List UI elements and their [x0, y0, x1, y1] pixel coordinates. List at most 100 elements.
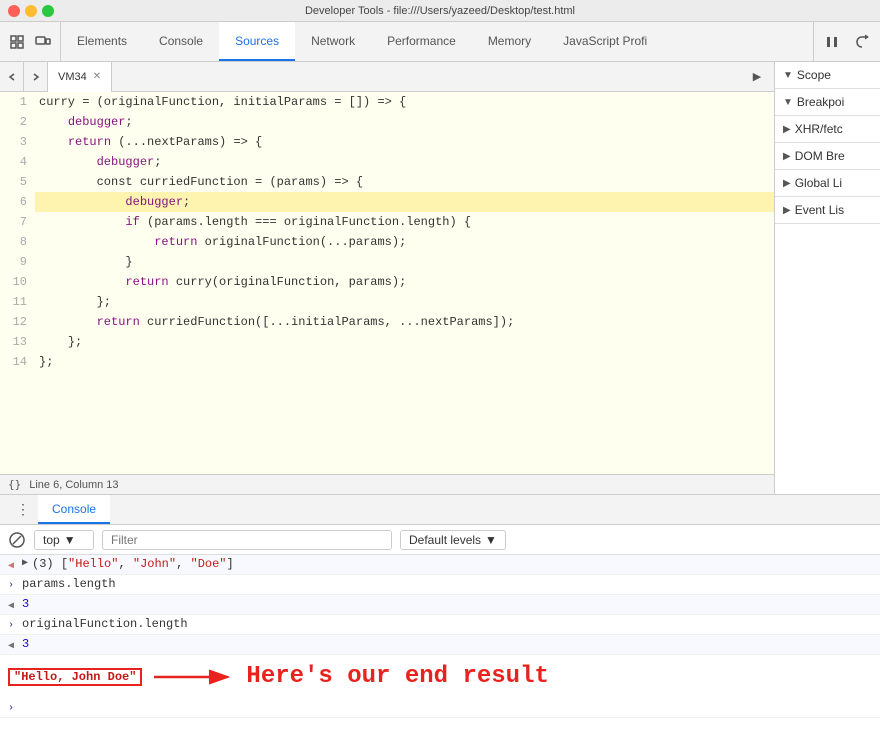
event-listeners-label: Event Lis [795, 203, 844, 217]
code-line-2: 2 debugger; [0, 112, 774, 132]
scope-label: Scope [797, 68, 831, 82]
console-line-array: ◀ ▶ (3) ["Hello", "John", "Doe"] [0, 555, 880, 575]
main-content: VM34 ✕ ▶ 1 curry = (originalFunction, in… [0, 62, 880, 494]
highlighted-result: "Hello, John Doe" [8, 668, 142, 686]
xhr-expand-icon: ▶ [783, 124, 791, 135]
toolbar-icons [0, 22, 61, 61]
close-button[interactable] [8, 5, 20, 17]
input-arrow-2: › [8, 580, 18, 591]
main-tabs: Elements Console Sources Network Perform… [61, 22, 813, 61]
annotation-text: Here's our end result [246, 663, 548, 690]
vm34-tab[interactable]: VM34 ✕ [48, 62, 112, 92]
console-line-params-input: › params.length [0, 575, 880, 595]
file-tabs: VM34 ✕ ▶ [0, 62, 774, 92]
global-listeners-header[interactable]: ▶ Global Li [783, 176, 872, 190]
breakpoints-header[interactable]: ▼ Breakpoi [783, 95, 872, 109]
breakpoints-collapse-icon: ▼ [783, 97, 793, 108]
cursor-position: Line 6, Column 13 [29, 479, 118, 491]
right-panel: ▼ Scope ▼ Breakpoi ▶ XHR/fetc ▶ DO [775, 62, 880, 494]
console-line-orig-input: › originalFunction.length [0, 615, 880, 635]
format-icon[interactable]: {} [8, 478, 21, 491]
xhr-section: ▶ XHR/fetc [775, 116, 880, 143]
tab-memory[interactable]: Memory [472, 22, 547, 61]
dom-breakpoints-header[interactable]: ▶ DOM Bre [783, 149, 872, 163]
event-expand-icon: ▶ [783, 205, 791, 216]
tab-network[interactable]: Network [295, 22, 371, 61]
devtools-container: Elements Console Sources Network Perform… [0, 22, 880, 735]
xhr-header[interactable]: ▶ XHR/fetc [783, 122, 872, 136]
close-tab-icon[interactable]: ✕ [93, 71, 101, 82]
code-line-10: 10 return curry(originalFunction, params… [0, 272, 774, 292]
breakpoints-section: ▼ Breakpoi [775, 89, 880, 116]
event-listeners-section: ▶ Event Lis [775, 197, 880, 224]
input-arrow-4: › [8, 620, 18, 631]
run-snippet-icon[interactable]: ▶ [748, 68, 766, 86]
annotation-line: "Hello, John Doe" Here's our end result [0, 655, 880, 698]
code-line-8: 8 return originalFunction(...params); [0, 232, 774, 252]
global-expand-icon: ▶ [783, 178, 791, 189]
tab-sources[interactable]: Sources [219, 22, 295, 61]
file-tabs-right: ▶ [748, 68, 774, 86]
clear-console-icon[interactable] [8, 531, 26, 549]
xhr-label: XHR/fetc [795, 122, 843, 136]
scope-collapse-icon: ▼ [783, 70, 793, 81]
code-line-11: 11 }; [0, 292, 774, 312]
top-toolbar: Elements Console Sources Network Perform… [0, 22, 880, 62]
tab-elements[interactable]: Elements [61, 22, 143, 61]
nav-forward-icon[interactable] [24, 62, 48, 92]
console-output: ◀ ▶ (3) ["Hello", "John", "Doe"] › param… [0, 555, 880, 735]
code-line-1: 1 curry = (originalFunction, initialPara… [0, 92, 774, 112]
console-menu-icon[interactable]: ⋮ [8, 495, 38, 524]
window-title: Developer Tools - file:///Users/yazeed/D… [305, 5, 575, 17]
prompt-arrow: › [8, 703, 18, 714]
context-dropdown-icon: ▼ [64, 533, 76, 547]
tab-performance[interactable]: Performance [371, 22, 472, 61]
device-toggle-icon[interactable] [34, 33, 52, 51]
context-select[interactable]: top ▼ [34, 530, 94, 550]
step-over-icon[interactable] [852, 32, 872, 52]
status-bar: {} Line 6, Column 13 [0, 474, 774, 494]
result-arrow-3b: ◀ [8, 640, 18, 652]
console-line-result-3b: ◀ 3 [0, 635, 880, 655]
dom-expand-icon: ▶ [783, 151, 791, 162]
console-prompt-line[interactable]: › [0, 698, 880, 718]
breakpoints-label: Breakpoi [797, 95, 844, 109]
params-length-input: params.length [22, 577, 872, 591]
levels-dropdown-icon: ▼ [485, 533, 497, 547]
inspect-icon[interactable] [8, 33, 26, 51]
code-line-12: 12 return curriedFunction([...initialPar… [0, 312, 774, 332]
result-3b: 3 [22, 637, 872, 651]
scope-header[interactable]: ▼ Scope [783, 68, 872, 82]
nav-back-icon[interactable] [0, 62, 24, 92]
tab-console-bottom[interactable]: Console [38, 495, 110, 524]
file-tab-name: VM34 [58, 71, 87, 83]
code-line-14: 14 }; [0, 352, 774, 372]
global-listeners-section: ▶ Global Li [775, 170, 880, 197]
code-line-6: 6 debugger; [0, 192, 774, 212]
code-line-7: 7 if (params.length === originalFunction… [0, 212, 774, 232]
levels-select[interactable]: Default levels ▼ [400, 530, 506, 550]
filter-input[interactable] [102, 530, 392, 550]
event-listeners-header[interactable]: ▶ Event Lis [783, 203, 872, 217]
console-tabs-bar: ⋮ Console [0, 495, 880, 525]
array-output: (3) ["Hello", "John", "Doe"] [32, 557, 872, 571]
global-listeners-label: Global Li [795, 176, 842, 190]
orig-length-input: originalFunction.length [22, 617, 872, 631]
minimize-button[interactable] [25, 5, 37, 17]
console-line-result-3a: ◀ 3 [0, 595, 880, 615]
maximize-button[interactable] [42, 5, 54, 17]
tab-js-profiler[interactable]: JavaScript Profi [547, 22, 663, 61]
dom-breakpoints-label: DOM Bre [795, 149, 845, 163]
expand-array-icon[interactable]: ▶ [22, 557, 28, 569]
code-line-9: 9 } [0, 252, 774, 272]
pause-icon[interactable] [822, 32, 842, 52]
title-bar: Developer Tools - file:///Users/yazeed/D… [0, 0, 880, 22]
tab-console[interactable]: Console [143, 22, 219, 61]
console-toolbar: top ▼ Default levels ▼ [0, 525, 880, 555]
source-panel: VM34 ✕ ▶ 1 curry = (originalFunction, in… [0, 62, 775, 494]
code-line-3: 3 return (...nextParams) => { [0, 132, 774, 152]
code-editor[interactable]: 1 curry = (originalFunction, initialPara… [0, 92, 774, 474]
dom-breakpoints-section: ▶ DOM Bre [775, 143, 880, 170]
bottom-panel: ⋮ Console top ▼ Default levels ▼ [0, 494, 880, 735]
code-line-5: 5 const curriedFunction = (params) => { [0, 172, 774, 192]
